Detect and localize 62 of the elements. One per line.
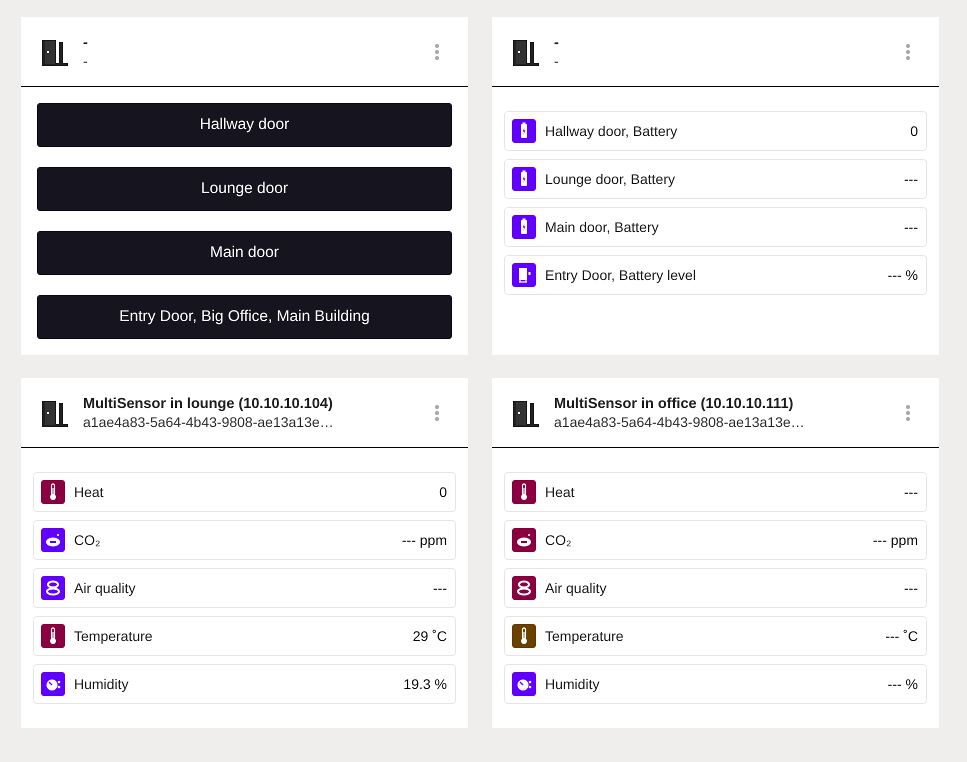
sensor-row[interactable]: Temperature 29 ˚C — [33, 616, 456, 656]
sensor-label: Main door, Battery — [545, 219, 660, 235]
sensor-label: Hallway door, Battery — [545, 123, 678, 139]
more-icon[interactable] — [905, 42, 911, 60]
more-icon[interactable] — [434, 42, 440, 60]
sensor-value: 0 — [910, 123, 918, 139]
sensor-value: --- — [904, 219, 918, 235]
sensor-row[interactable]: Air quality --- — [33, 568, 456, 608]
sensor-value: --- — [904, 484, 918, 500]
sensor-row[interactable]: Lounge door, Battery --- — [504, 159, 927, 199]
card-title: MultiSensor in office (10.10.10.111) — [554, 396, 794, 412]
sensor-value: --- % — [888, 267, 918, 283]
card-title: - — [554, 34, 560, 50]
sensor-row[interactable]: Entry Door, Battery level --- % — [504, 255, 927, 295]
door-icon — [512, 398, 540, 426]
sensor-label: Heat — [545, 484, 576, 500]
sensor-label: Temperature — [74, 628, 154, 644]
sensor-value: --- — [904, 171, 918, 187]
sensor-label: Air quality — [545, 580, 608, 596]
sensor-label: Heat — [74, 484, 105, 500]
sensor-row[interactable]: CO₂ --- ppm — [504, 520, 927, 560]
sensor-value: --- % — [888, 676, 918, 692]
card-subtitle: a1ae4a83-5a64-4b43-9808-ae13a13e… — [83, 414, 335, 430]
card-title: - — [83, 34, 89, 50]
card-subtitle: a1ae4a83-5a64-4b43-9808-ae13a13e… — [554, 414, 806, 430]
sensor-label: CO₂ — [545, 532, 572, 548]
sensor-row[interactable]: Heat --- — [504, 472, 927, 512]
card-subtitle: - — [554, 52, 560, 68]
card-subtitle: - — [83, 52, 89, 68]
card-title: MultiSensor in lounge (10.10.10.104) — [83, 396, 334, 412]
sensor-row[interactable]: Heat 0 — [33, 472, 456, 512]
sensor-label: Temperature — [545, 628, 625, 644]
sensor-row[interactable]: Air quality --- — [504, 568, 927, 608]
sensor-row[interactable]: CO₂ --- ppm — [33, 520, 456, 560]
sensor-row[interactable]: Temperature --- ˚C — [504, 616, 927, 656]
sensor-value: 19.3 % — [403, 676, 447, 692]
sensor-value: --- ppm — [402, 532, 447, 548]
door-button[interactable]: Entry Door, Big Office, Main Building — [37, 295, 452, 339]
sensor-label: Humidity — [545, 676, 600, 692]
more-icon[interactable] — [434, 404, 440, 422]
door-icon — [512, 38, 540, 66]
sensor-row[interactable]: Main door, Battery --- — [504, 207, 927, 247]
sensor-label: Air quality — [74, 580, 136, 596]
sensor-label: Entry Door, Battery level — [545, 267, 697, 283]
sensor-row[interactable]: Humidity --- % — [504, 664, 927, 704]
sensor-row[interactable]: Humidity 19.3 % — [33, 664, 456, 704]
sensor-label: Lounge door, Battery — [545, 171, 676, 187]
door-button[interactable]: Lounge door — [37, 167, 452, 211]
door-icon — [41, 38, 69, 66]
sensor-row[interactable]: Hallway door, Battery 0 — [504, 111, 927, 151]
more-icon[interactable] — [905, 404, 911, 422]
sensor-value: --- — [433, 580, 447, 596]
sensor-label: CO₂ — [74, 532, 102, 548]
door-button[interactable]: Main door — [37, 231, 452, 275]
sensor-value: --- ppm — [872, 532, 918, 548]
sensor-value: 0 — [439, 484, 447, 500]
door-icon — [41, 398, 69, 426]
door-button[interactable]: Hallway door — [37, 103, 452, 147]
sensor-label: Humidity — [74, 676, 130, 692]
sensor-value: --- — [904, 580, 918, 596]
sensor-value: --- ˚C — [885, 628, 918, 644]
sensor-value: 29 ˚C — [412, 628, 447, 644]
